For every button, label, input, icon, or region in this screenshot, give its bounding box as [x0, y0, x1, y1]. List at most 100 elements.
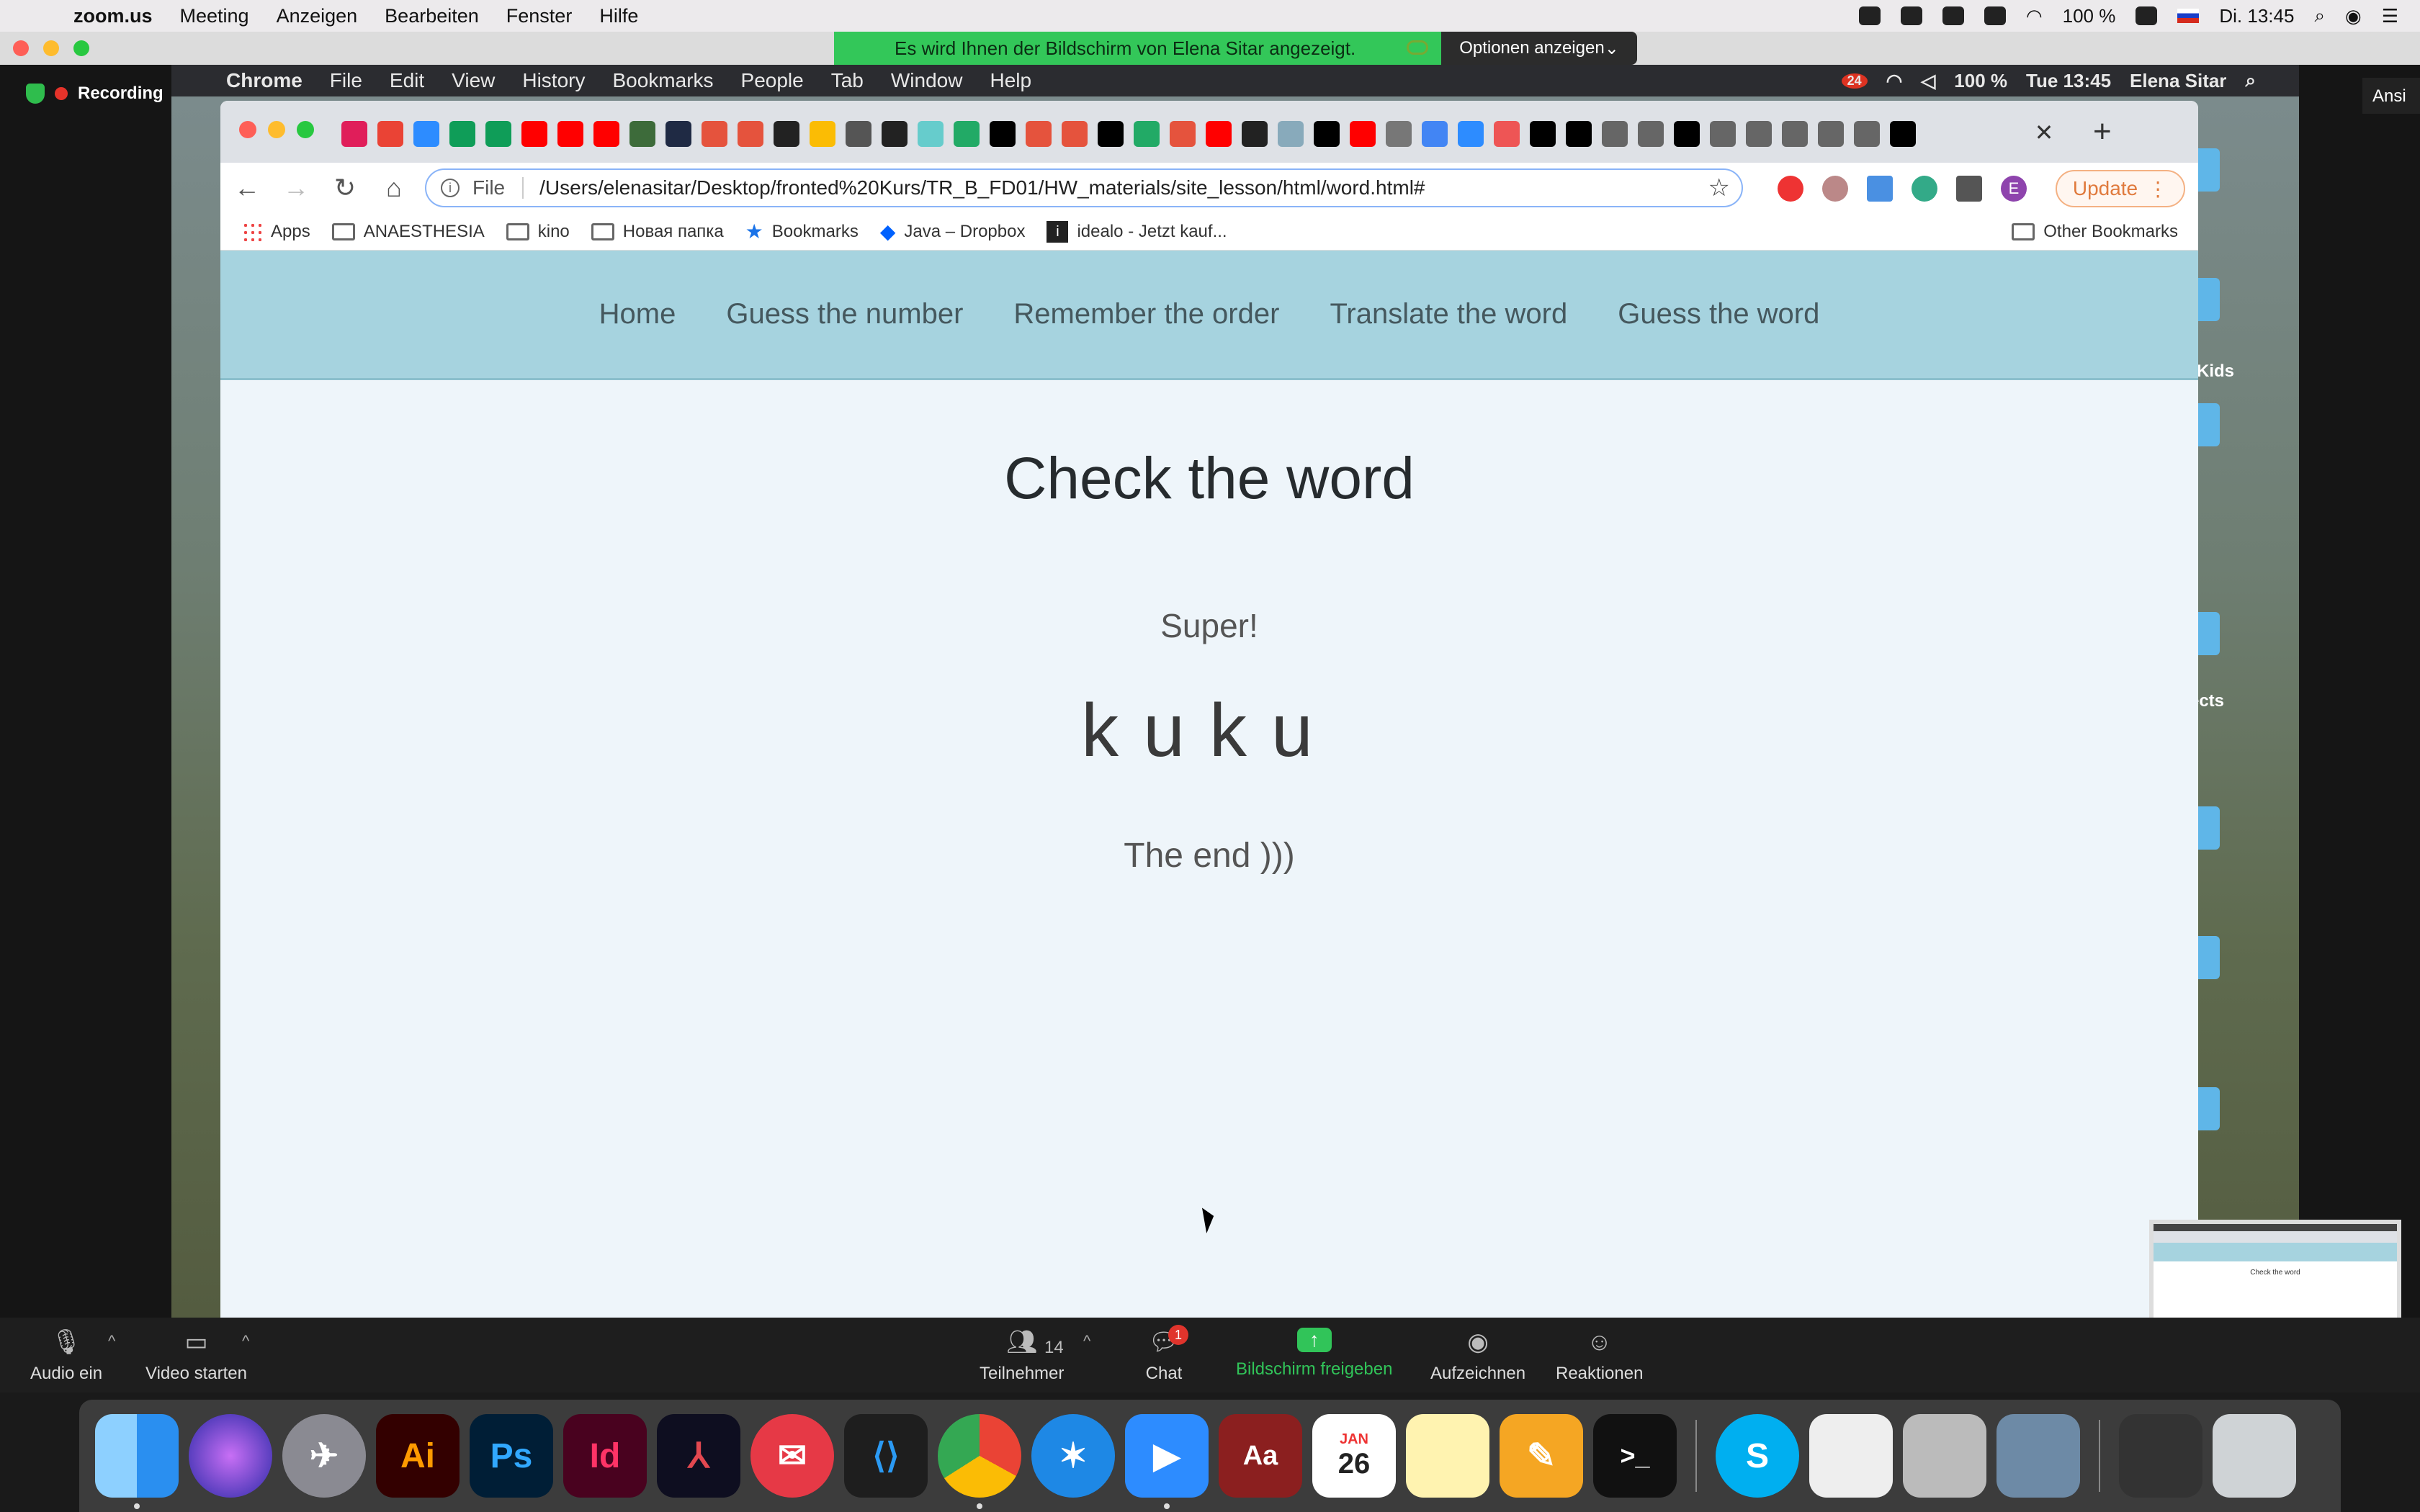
recording-label: Recording — [78, 84, 163, 103]
trash-icon[interactable] — [2213, 1414, 2296, 1498]
bookmark-star-icon: ☆ — [1708, 174, 1730, 202]
vscode-window-thumbnail-icon[interactable] — [2119, 1414, 2202, 1498]
pages-icon[interactable]: ✎ — [1500, 1414, 1583, 1498]
calculator-icon[interactable] — [1903, 1414, 1986, 1498]
battery-text: 100 % — [2062, 4, 2116, 27]
wifi-icon[interactable]: ◠ — [2026, 5, 2043, 27]
reload-icon: ↻ — [333, 173, 357, 202]
share-screen-button[interactable]: ↑ Bildschirm freigeben — [1236, 1328, 1392, 1380]
siri-icon[interactable]: ◉ — [2345, 5, 2362, 27]
chat-button[interactable]: 💬︎ 1 Chat — [1145, 1325, 1188, 1384]
shared-screen: Chrome File Edit View History Bookmarks … — [171, 65, 2299, 1318]
tab-icon — [1854, 121, 1880, 147]
tab-icon — [1674, 121, 1700, 147]
audio-button[interactable]: 🎙︎ Audio ein — [30, 1328, 102, 1384]
audio-options-caret-icon[interactable]: ^ — [108, 1332, 115, 1351]
host-menu-meeting[interactable]: Meeting — [180, 5, 249, 27]
bookmark-idealo: i idealo - Jetzt kauf... — [1047, 220, 1227, 243]
terminal-icon[interactable]: >_ — [1593, 1414, 1677, 1498]
reactions-button[interactable]: ☺ Reaktionen — [1556, 1328, 1643, 1384]
folder-icon — [591, 222, 614, 240]
host-menu-bearbeiten[interactable]: Bearbeiten — [385, 5, 479, 27]
folder-icon — [331, 222, 355, 240]
control-center-icon[interactable]: ☰ — [2382, 5, 2398, 27]
download-extension-icon — [1867, 176, 1893, 202]
chevron-down-icon: ⌄ — [1604, 38, 1619, 58]
view-options-button[interactable]: Optionen anzeigen ⌄ — [1441, 32, 1637, 65]
tab-icon — [1386, 121, 1412, 147]
remote-menu-file: File — [329, 69, 362, 91]
back-icon: ← — [234, 173, 260, 202]
dictionary-icon[interactable]: Aa — [1219, 1414, 1302, 1498]
zoom-app-icon[interactable]: ▶ — [1125, 1414, 1209, 1509]
cloud-icon — [1407, 40, 1428, 55]
host-menu-anzeigen[interactable]: Anzeigen — [277, 5, 358, 27]
other-bookmarks: Other Bookmarks — [2012, 222, 2178, 242]
chrome-icon[interactable] — [938, 1414, 1021, 1509]
siri-icon[interactable] — [189, 1414, 272, 1498]
indesign-icon[interactable]: Id — [563, 1414, 647, 1498]
video-label: Video starten — [145, 1364, 247, 1383]
preview-icon[interactable] — [1996, 1414, 2080, 1498]
zoom-window-icon[interactable] — [73, 40, 89, 56]
folder-icon — [506, 222, 529, 240]
view-button[interactable]: Ansi — [2362, 78, 2420, 114]
tab-icon — [1278, 121, 1304, 147]
tab-icon — [1782, 121, 1808, 147]
notes-icon[interactable] — [1406, 1414, 1489, 1498]
skype-icon[interactable]: S — [1716, 1414, 1799, 1498]
creative-cloud-icon[interactable] — [1984, 6, 2006, 25]
remote-menu-view: View — [452, 69, 496, 91]
muted-mic-icon: 🎙︎ — [50, 1328, 82, 1356]
tab-icon — [1026, 121, 1052, 147]
tab-icon — [1134, 121, 1160, 147]
remote-clock: Tue 13:45 — [2026, 69, 2112, 91]
participants-button[interactable]: 👥︎ Teilnehmer 14 — [980, 1328, 1064, 1384]
nav-guess-word: Guess the word — [1618, 298, 1820, 330]
apps-grid-icon — [242, 221, 262, 242]
slack-tab-icon — [341, 121, 367, 147]
calendar-day: 26 — [1337, 1448, 1371, 1480]
acrobat-icon[interactable]: ⅄ — [657, 1414, 740, 1498]
finder-icon[interactable] — [95, 1414, 179, 1509]
input-source-flag-icon[interactable] — [2177, 9, 2200, 23]
illustrator-icon[interactable]: Ai — [376, 1414, 460, 1498]
host-menu-hilfe[interactable]: Hilfe — [599, 5, 638, 27]
docs-tab-icon — [1422, 121, 1448, 147]
host-menu-fenster[interactable]: Fenster — [506, 5, 573, 27]
thumb-nav — [2154, 1243, 2397, 1261]
video-button[interactable]: ▭ Video starten — [145, 1328, 247, 1384]
chrome-window: ✕ + ← → ↻ ⌂ i File /Users/elenasitar/Des… — [220, 101, 2198, 1318]
extension-icon — [1912, 176, 1937, 202]
gmail-tab-icon — [377, 121, 403, 147]
remote-menu-edit: Edit — [389, 69, 425, 91]
video-off-icon: ▭ — [184, 1328, 208, 1356]
battery-icon[interactable] — [2136, 6, 2158, 25]
skype-status-icon[interactable] — [1942, 6, 1964, 25]
remote-user: Elena Sitar — [2130, 69, 2227, 91]
recording-indicator: Recording — [26, 84, 163, 104]
safari-icon[interactable]: ✶ — [1031, 1414, 1115, 1498]
chat-label: Chat — [1145, 1364, 1183, 1383]
camera-status-icon[interactable] — [1900, 6, 1922, 25]
host-menu-app[interactable]: zoom.us — [73, 5, 153, 27]
youtube-tab-icon — [521, 121, 547, 147]
launchpad-icon[interactable]: ✈ — [282, 1414, 366, 1498]
host-clock[interactable]: Di. 13:45 — [2219, 5, 2294, 27]
photoshop-icon[interactable]: Ps — [470, 1414, 553, 1498]
close-window-icon[interactable] — [13, 40, 29, 56]
participants-caret-icon[interactable]: ^ — [1083, 1332, 1090, 1351]
record-button[interactable]: ◉ Aufzeichnen — [1430, 1328, 1525, 1384]
calendar-icon[interactable]: JAN 26 — [1312, 1414, 1396, 1498]
update-label: Update — [2072, 177, 2138, 199]
tab-icon — [1062, 121, 1088, 147]
minimize-window-icon[interactable] — [43, 40, 59, 56]
mail-icon[interactable]: ✉ — [750, 1414, 834, 1498]
vscode-icon[interactable]: ⟨⟩ — [844, 1414, 928, 1498]
remote-menu-help: Help — [990, 69, 1032, 91]
video-options-caret-icon[interactable]: ^ — [242, 1332, 249, 1351]
dropbox-status-icon[interactable] — [1858, 6, 1881, 25]
remote-volume-icon: ◁ — [1921, 69, 1936, 91]
textedit-icon[interactable] — [1809, 1414, 1893, 1498]
spotlight-search-icon[interactable]: ⌕ — [2314, 4, 2325, 27]
